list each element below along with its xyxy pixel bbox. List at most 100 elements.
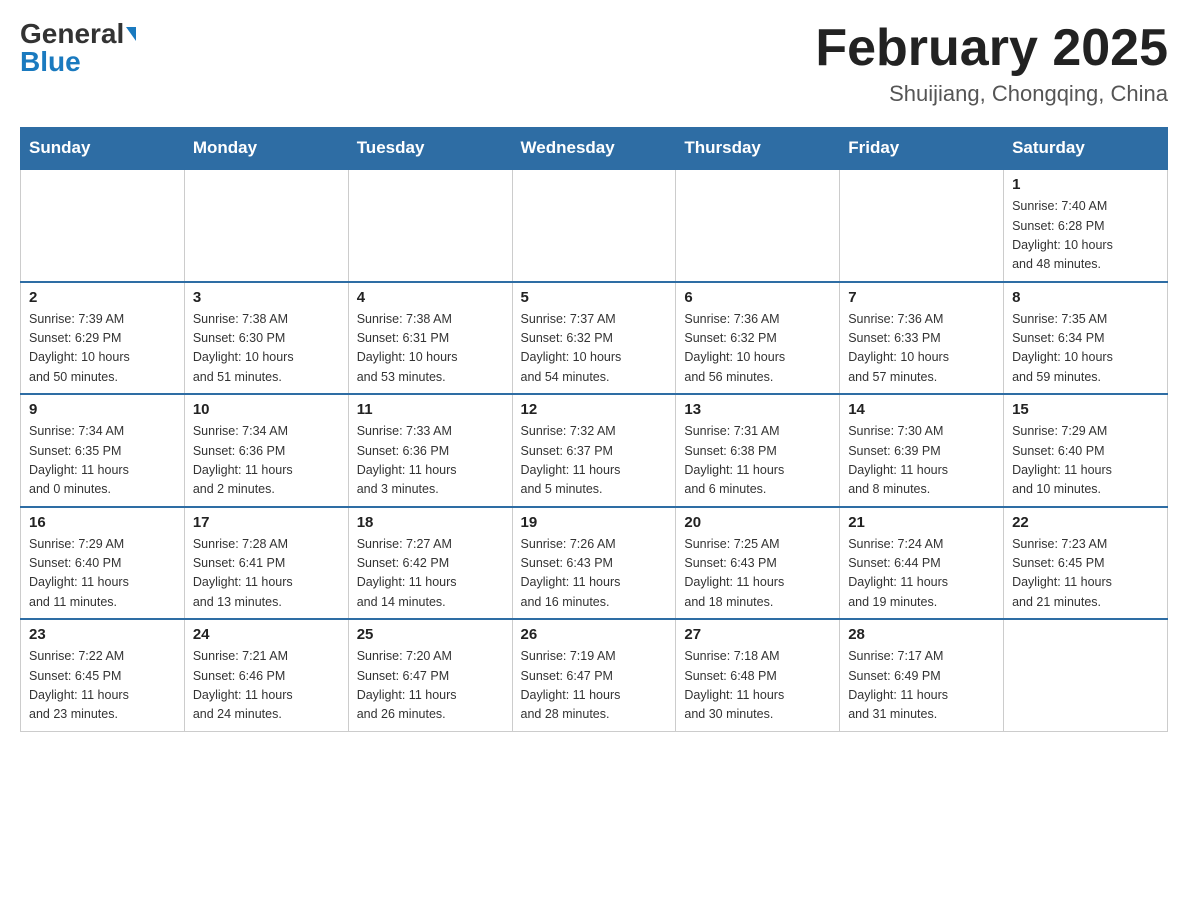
- day-info: Sunrise: 7:25 AM Sunset: 6:43 PM Dayligh…: [684, 535, 831, 613]
- day-number: 23: [29, 626, 176, 643]
- day-of-week-header: Monday: [184, 128, 348, 170]
- day-number: 25: [357, 626, 504, 643]
- calendar-cell: [676, 169, 840, 282]
- logo-blue-text: Blue: [20, 48, 81, 76]
- day-info: Sunrise: 7:30 AM Sunset: 6:39 PM Dayligh…: [848, 422, 995, 500]
- calendar-cell: [348, 169, 512, 282]
- day-info: Sunrise: 7:32 AM Sunset: 6:37 PM Dayligh…: [521, 422, 668, 500]
- week-row: 16 Sunrise: 7:29 AM Sunset: 6:40 PM Dayli…: [21, 507, 1168, 620]
- calendar-cell: [512, 169, 676, 282]
- day-info: Sunrise: 7:33 AM Sunset: 6:36 PM Dayligh…: [357, 422, 504, 500]
- day-info: Sunrise: 7:29 AM Sunset: 6:40 PM Dayligh…: [29, 535, 176, 613]
- day-number: 14: [848, 401, 995, 418]
- day-number: 17: [193, 514, 340, 531]
- day-info: Sunrise: 7:34 AM Sunset: 6:35 PM Dayligh…: [29, 422, 176, 500]
- day-info: Sunrise: 7:39 AM Sunset: 6:29 PM Dayligh…: [29, 310, 176, 388]
- day-info: Sunrise: 7:22 AM Sunset: 6:45 PM Dayligh…: [29, 647, 176, 725]
- calendar-cell: 4 Sunrise: 7:38 AM Sunset: 6:31 PM Daylig…: [348, 282, 512, 395]
- day-info: Sunrise: 7:36 AM Sunset: 6:33 PM Dayligh…: [848, 310, 995, 388]
- calendar-cell: 8 Sunrise: 7:35 AM Sunset: 6:34 PM Daylig…: [1004, 282, 1168, 395]
- calendar-cell: 27 Sunrise: 7:18 AM Sunset: 6:48 PM Dayli…: [676, 619, 840, 731]
- day-number: 6: [684, 289, 831, 306]
- day-number: 26: [521, 626, 668, 643]
- day-info: Sunrise: 7:36 AM Sunset: 6:32 PM Dayligh…: [684, 310, 831, 388]
- calendar-cell: [21, 169, 185, 282]
- day-number: 3: [193, 289, 340, 306]
- day-info: Sunrise: 7:26 AM Sunset: 6:43 PM Dayligh…: [521, 535, 668, 613]
- day-info: Sunrise: 7:38 AM Sunset: 6:31 PM Dayligh…: [357, 310, 504, 388]
- day-number: 18: [357, 514, 504, 531]
- calendar-cell: 25 Sunrise: 7:20 AM Sunset: 6:47 PM Dayli…: [348, 619, 512, 731]
- day-number: 20: [684, 514, 831, 531]
- day-of-week-header: Wednesday: [512, 128, 676, 170]
- calendar-cell: [840, 169, 1004, 282]
- calendar-cell: 18 Sunrise: 7:27 AM Sunset: 6:42 PM Dayli…: [348, 507, 512, 620]
- day-number: 4: [357, 289, 504, 306]
- week-row: 1Sunrise: 7:40 AM Sunset: 6:28 PM Daylig…: [21, 169, 1168, 282]
- day-info: Sunrise: 7:20 AM Sunset: 6:47 PM Dayligh…: [357, 647, 504, 725]
- day-number: 24: [193, 626, 340, 643]
- title-section: February 2025 Shuijiang, Chongqing, Chin…: [815, 20, 1168, 107]
- logo-general-text: General: [20, 20, 124, 48]
- calendar-cell: 22 Sunrise: 7:23 AM Sunset: 6:45 PM Dayli…: [1004, 507, 1168, 620]
- calendar-cell: [184, 169, 348, 282]
- calendar-cell: [1004, 619, 1168, 731]
- calendar-cell: 17 Sunrise: 7:28 AM Sunset: 6:41 PM Dayli…: [184, 507, 348, 620]
- calendar-cell: 26Sunrise: 7:19 AM Sunset: 6:47 PM Dayli…: [512, 619, 676, 731]
- calendar-cell: 3 Sunrise: 7:38 AM Sunset: 6:30 PM Daylig…: [184, 282, 348, 395]
- week-row: 2 Sunrise: 7:39 AM Sunset: 6:29 PM Daylig…: [21, 282, 1168, 395]
- day-number: 5: [521, 289, 668, 306]
- calendar-cell: 15 Sunrise: 7:29 AM Sunset: 6:40 PM Dayli…: [1004, 394, 1168, 507]
- day-of-week-header: Saturday: [1004, 128, 1168, 170]
- calendar-cell: 12 Sunrise: 7:32 AM Sunset: 6:37 PM Dayli…: [512, 394, 676, 507]
- day-number: 11: [357, 401, 504, 418]
- day-number: 8: [1012, 289, 1159, 306]
- calendar-cell: 20 Sunrise: 7:25 AM Sunset: 6:43 PM Dayli…: [676, 507, 840, 620]
- calendar-cell: 13 Sunrise: 7:31 AM Sunset: 6:38 PM Dayli…: [676, 394, 840, 507]
- day-number: 27: [684, 626, 831, 643]
- day-number: 10: [193, 401, 340, 418]
- calendar-cell: 24 Sunrise: 7:21 AM Sunset: 6:46 PM Dayli…: [184, 619, 348, 731]
- day-info: Sunrise: 7:17 AM Sunset: 6:49 PM Dayligh…: [848, 647, 995, 725]
- calendar-cell: 9 Sunrise: 7:34 AM Sunset: 6:35 PM Daylig…: [21, 394, 185, 507]
- calendar-cell: 28 Sunrise: 7:17 AM Sunset: 6:49 PM Dayli…: [840, 619, 1004, 731]
- calendar-cell: 6 Sunrise: 7:36 AM Sunset: 6:32 PM Daylig…: [676, 282, 840, 395]
- day-number: 28: [848, 626, 995, 643]
- calendar-cell: 11 Sunrise: 7:33 AM Sunset: 6:36 PM Dayli…: [348, 394, 512, 507]
- day-info: Sunrise: 7:27 AM Sunset: 6:42 PM Dayligh…: [357, 535, 504, 613]
- day-number: 15: [1012, 401, 1159, 418]
- day-number: 9: [29, 401, 176, 418]
- day-of-week-header: Friday: [840, 128, 1004, 170]
- day-number: 22: [1012, 514, 1159, 531]
- calendar-cell: 19Sunrise: 7:26 AM Sunset: 6:43 PM Dayli…: [512, 507, 676, 620]
- day-number: 16: [29, 514, 176, 531]
- day-info: Sunrise: 7:21 AM Sunset: 6:46 PM Dayligh…: [193, 647, 340, 725]
- calendar-cell: 7 Sunrise: 7:36 AM Sunset: 6:33 PM Daylig…: [840, 282, 1004, 395]
- day-info: Sunrise: 7:29 AM Sunset: 6:40 PM Dayligh…: [1012, 422, 1159, 500]
- day-info: Sunrise: 7:38 AM Sunset: 6:30 PM Dayligh…: [193, 310, 340, 388]
- day-info: Sunrise: 7:24 AM Sunset: 6:44 PM Dayligh…: [848, 535, 995, 613]
- day-of-week-header: Tuesday: [348, 128, 512, 170]
- day-info: Sunrise: 7:40 AM Sunset: 6:28 PM Dayligh…: [1012, 197, 1159, 275]
- day-number: 7: [848, 289, 995, 306]
- day-info: Sunrise: 7:35 AM Sunset: 6:34 PM Dayligh…: [1012, 310, 1159, 388]
- calendar-cell: 5 Sunrise: 7:37 AM Sunset: 6:32 PM Daylig…: [512, 282, 676, 395]
- day-info: Sunrise: 7:23 AM Sunset: 6:45 PM Dayligh…: [1012, 535, 1159, 613]
- day-number: 12: [521, 401, 668, 418]
- day-number: 13: [684, 401, 831, 418]
- page-header: General Blue February 2025 Shuijiang, Ch…: [20, 20, 1168, 107]
- day-info: Sunrise: 7:37 AM Sunset: 6:32 PM Dayligh…: [521, 310, 668, 388]
- month-title: February 2025: [815, 20, 1168, 77]
- day-info: Sunrise: 7:18 AM Sunset: 6:48 PM Dayligh…: [684, 647, 831, 725]
- day-info: Sunrise: 7:28 AM Sunset: 6:41 PM Dayligh…: [193, 535, 340, 613]
- calendar-cell: 2 Sunrise: 7:39 AM Sunset: 6:29 PM Daylig…: [21, 282, 185, 395]
- calendar-cell: 23 Sunrise: 7:22 AM Sunset: 6:45 PM Dayli…: [21, 619, 185, 731]
- week-row: 23 Sunrise: 7:22 AM Sunset: 6:45 PM Dayli…: [21, 619, 1168, 731]
- calendar-cell: 14 Sunrise: 7:30 AM Sunset: 6:39 PM Dayli…: [840, 394, 1004, 507]
- calendar-cell: 10Sunrise: 7:34 AM Sunset: 6:36 PM Dayli…: [184, 394, 348, 507]
- day-number: 2: [29, 289, 176, 306]
- day-info: Sunrise: 7:31 AM Sunset: 6:38 PM Dayligh…: [684, 422, 831, 500]
- day-of-week-header: Sunday: [21, 128, 185, 170]
- logo-triangle-icon: [126, 27, 136, 41]
- calendar-cell: 21Sunrise: 7:24 AM Sunset: 6:44 PM Dayli…: [840, 507, 1004, 620]
